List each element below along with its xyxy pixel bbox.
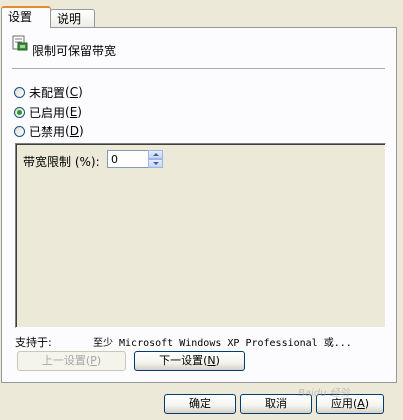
options-panel: 带宽限制 (%): [15, 143, 386, 328]
mnemonic-close-paren: ) [78, 124, 84, 138]
radio-button-checked[interactable] [14, 106, 25, 118]
radio-enabled[interactable]: 已启用 (E) [14, 104, 82, 120]
spin-down-icon[interactable] [148, 159, 163, 168]
bandwidth-limit-label: 带宽限制 (%): [23, 155, 100, 169]
radio-not-configured-label: 未配置 [29, 85, 66, 100]
ok-button[interactable]: 确定 [164, 394, 236, 414]
mnemonic-key: C [69, 85, 79, 99]
next-setting-label: 下一设置 [159, 354, 204, 367]
radio-button[interactable] [14, 125, 25, 137]
next-setting-button[interactable]: 下一设置(N) [134, 351, 245, 371]
settings-panel: 限制可保留带宽 未配置 (C) 已启用 (E) 已禁用 (D) 带宽限制 (%)… [1, 27, 397, 383]
mnemonic-key: E [69, 105, 78, 119]
spin-up-icon[interactable] [148, 150, 163, 159]
cancel-button[interactable]: 取消 [240, 394, 312, 414]
tab-settings[interactable]: 设置 [1, 6, 51, 28]
mnemonic-close-paren: ) [78, 85, 83, 99]
bandwidth-limit-input[interactable] [107, 150, 149, 168]
mnemonic-key: P [90, 354, 97, 367]
policy-setting-icon [12, 35, 28, 51]
bandwidth-spinner[interactable] [148, 150, 163, 168]
radio-not-configured[interactable]: 未配置 (C) [14, 84, 83, 100]
previous-setting-label: 上一设置 [41, 354, 86, 367]
tab-explain-label: 说明 [57, 12, 82, 26]
radio-button[interactable] [14, 86, 25, 98]
divider [12, 68, 385, 69]
mnemonic-key: N [207, 354, 216, 367]
radio-disabled[interactable]: 已禁用 (D) [14, 123, 84, 139]
radio-enabled-label: 已启用 [29, 105, 66, 120]
policy-title: 限制可保留带宽 [32, 44, 117, 58]
apply-label: 应用 [330, 397, 353, 410]
mnemonic-close-paren: ) [77, 105, 82, 119]
tab-settings-label: 设置 [8, 10, 33, 24]
mnemonic-key: D [69, 124, 79, 138]
supported-on-value: 至少 Microsoft Windows XP Professional 或..… [93, 338, 352, 349]
mnemonic-key: A [357, 397, 365, 410]
radio-disabled-label: 已禁用 [29, 124, 66, 139]
tab-explain[interactable]: 说明 [50, 9, 95, 28]
apply-button[interactable]: 应用(A) [316, 394, 384, 414]
supported-on-label: 支持于: [15, 336, 52, 349]
group-policy-properties-dialog: 设置 说明 限制可保留带宽 未配置 (C) 已启用 (E) 已禁用 (D) … [0, 0, 403, 420]
previous-setting-button[interactable]: 上一设置(P) [17, 351, 126, 371]
